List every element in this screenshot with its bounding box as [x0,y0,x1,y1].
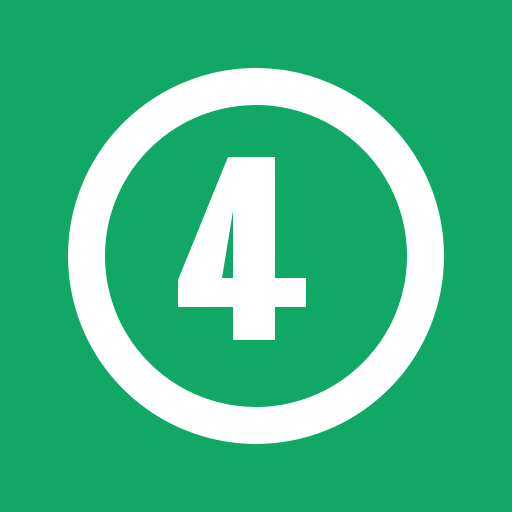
number-4-glyph-icon [178,157,306,340]
digit-shape [178,157,306,340]
number-badge: 4 [0,0,512,512]
